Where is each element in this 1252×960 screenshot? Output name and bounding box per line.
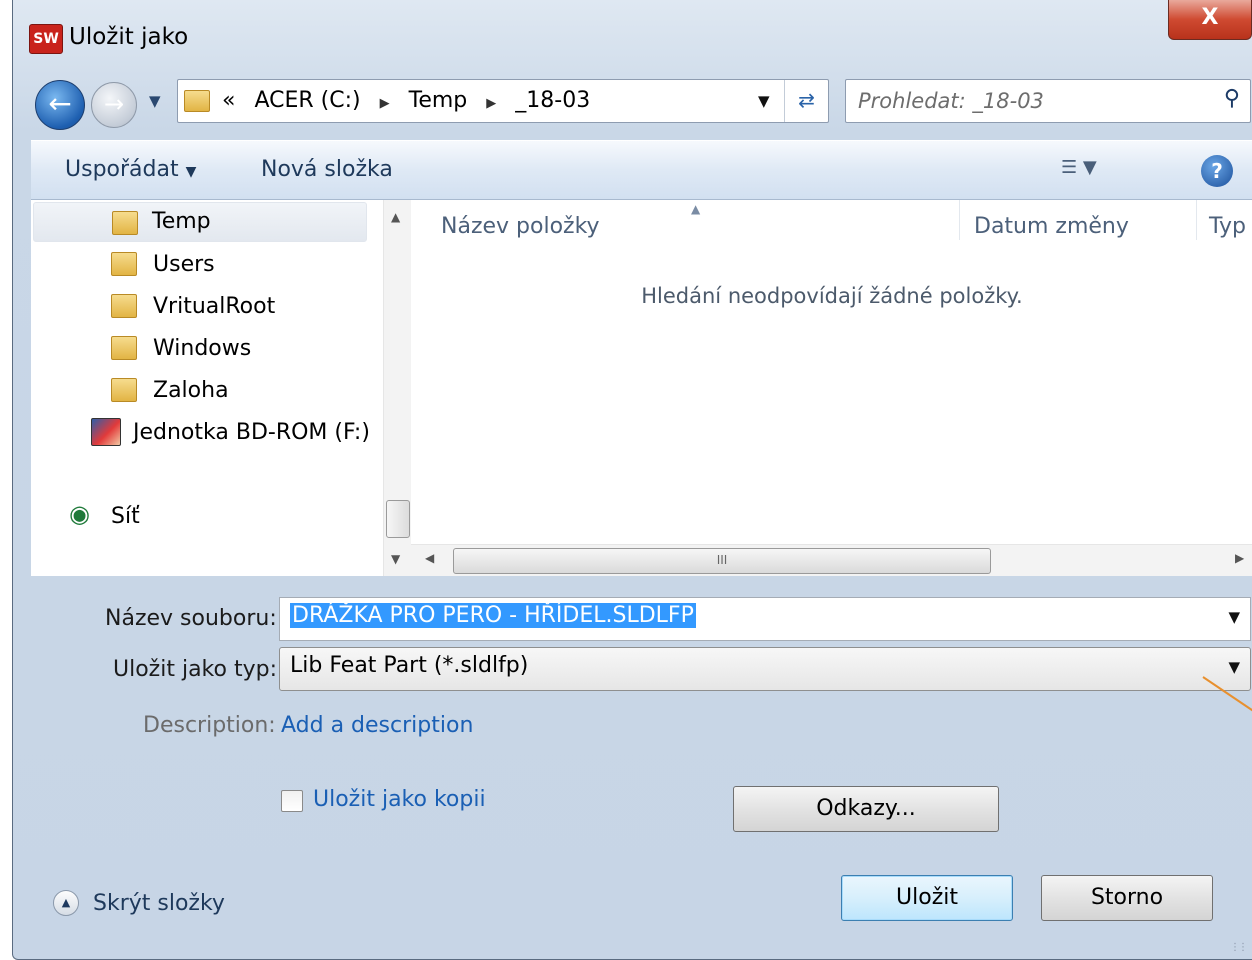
- search-icon[interactable]: ⚲: [1224, 86, 1240, 111]
- scroll-down-icon[interactable]: ▼: [391, 552, 400, 566]
- save-as-dialog: SW Uložit jako X ← → ▼ « ACER (C:) ▶ Tem…: [12, 0, 1252, 960]
- scroll-thumb[interactable]: [386, 500, 410, 538]
- file-type-label: Uložit jako typ:: [113, 657, 277, 682]
- tree-item-label: Síť: [111, 504, 140, 529]
- breadcrumb-overflow[interactable]: «: [222, 88, 235, 113]
- folder-icon: [111, 294, 137, 318]
- drive-icon: [91, 418, 121, 446]
- search-box[interactable]: ⚲: [845, 79, 1251, 123]
- folder-icon: [111, 336, 137, 360]
- resize-grip-icon[interactable]: ⋮⋮: [1230, 942, 1248, 953]
- column-header-label: Typ: [1209, 214, 1246, 239]
- column-header-name[interactable]: ▲ Název položky: [411, 200, 959, 256]
- refresh-icon[interactable]: ⇄: [784, 80, 828, 122]
- help-icon[interactable]: ?: [1201, 155, 1233, 187]
- folder-icon: [111, 252, 137, 276]
- tree-scrollbar[interactable]: ▲ ▼: [383, 200, 411, 576]
- references-button[interactable]: Odkazy...: [733, 786, 999, 832]
- forward-arrow-icon[interactable]: →: [91, 82, 137, 128]
- file-list: ▲ Název položky Datum změny Typ Hledání …: [411, 200, 1252, 576]
- scroll-thumb[interactable]: III: [453, 548, 991, 574]
- cancel-button[interactable]: Storno: [1041, 875, 1213, 921]
- new-folder-button[interactable]: Nová složka: [261, 157, 393, 182]
- tree-item-label: Zaloha: [153, 378, 229, 403]
- hide-folders-button[interactable]: Skrýt složky: [93, 891, 225, 916]
- column-header-type[interactable]: Typ: [1197, 200, 1252, 256]
- tree-item-label: Jednotka BD-ROM (F:): [133, 420, 370, 445]
- solidworks-app-icon: SW: [29, 24, 63, 54]
- breadcrumb-item-temp[interactable]: Temp: [409, 88, 468, 113]
- view-options-icon[interactable]: ☰ ▼: [1061, 157, 1097, 178]
- save-as-copy-checkbox[interactable]: [281, 790, 303, 812]
- chevron-down-icon[interactable]: ▼: [1228, 608, 1240, 626]
- folder-icon: [184, 90, 210, 112]
- command-toolbar: Uspořádat ▼ Nová složka ☰ ▼ ?: [31, 140, 1252, 200]
- close-button[interactable]: X: [1168, 0, 1252, 40]
- organize-label: Uspořádat: [65, 157, 179, 182]
- filename-label: Název souboru:: [105, 606, 277, 631]
- tree-item-temp[interactable]: Temp: [33, 202, 367, 242]
- dialog-title: Uložit jako: [69, 24, 189, 50]
- file-list-scrollbar[interactable]: ◀ III ▶: [411, 544, 1252, 576]
- chevron-down-icon: ▼: [185, 164, 197, 180]
- chevron-down-icon[interactable]: ▼: [1228, 658, 1240, 676]
- add-description-link[interactable]: Add a description: [281, 713, 473, 738]
- organize-button[interactable]: Uspořádat ▼: [65, 157, 196, 182]
- network-icon: ◉: [69, 500, 90, 528]
- tree-item-label: Temp: [152, 209, 211, 234]
- address-dropdown-icon[interactable]: ▼: [758, 92, 770, 110]
- folder-icon: [111, 378, 137, 402]
- sort-ascending-icon: ▲: [691, 202, 701, 216]
- breadcrumb-item-drive[interactable]: ACER (C:): [254, 88, 360, 113]
- navigation-pane: Temp Users VritualRoot Windows Zaloha Je…: [31, 200, 411, 576]
- filename-value[interactable]: DRÁŽKA PRO PERO - HŘÍDEL.SLDLFP: [290, 603, 696, 628]
- breadcrumb: « ACER (C:) ▶ Temp ▶ _18-03: [222, 88, 602, 113]
- file-type-value: Lib Feat Part (*.sldlfp): [290, 653, 529, 678]
- filename-field[interactable]: DRÁŽKA PRO PERO - HŘÍDEL.SLDLFP ▼: [279, 597, 1251, 641]
- chevron-up-icon[interactable]: ▲: [53, 890, 79, 916]
- save-as-copy-label[interactable]: Uložit jako kopii: [313, 787, 486, 812]
- chevron-right-icon[interactable]: ▶: [486, 96, 496, 111]
- folder-icon: [112, 211, 138, 235]
- column-header-date[interactable]: Datum změny: [960, 200, 1196, 256]
- description-label: Description:: [143, 713, 276, 738]
- scroll-up-icon[interactable]: ▲: [391, 210, 400, 224]
- back-arrow-icon[interactable]: ←: [35, 80, 85, 130]
- empty-results-message: Hledání neodpovídají žádné položky.: [641, 284, 1023, 308]
- search-input[interactable]: [856, 86, 1196, 116]
- save-button[interactable]: Uložit: [841, 875, 1013, 921]
- tree-item-label: Windows: [153, 336, 252, 361]
- file-type-select[interactable]: Lib Feat Part (*.sldlfp) ▼: [279, 647, 1251, 691]
- breadcrumb-item-current[interactable]: _18-03: [515, 88, 590, 113]
- address-bar[interactable]: « ACER (C:) ▶ Temp ▶ _18-03 ▼ ⇄: [177, 79, 829, 123]
- recent-locations-dropdown-icon[interactable]: ▼: [149, 92, 161, 110]
- scroll-right-icon[interactable]: ▶: [1235, 551, 1244, 565]
- title-bar: SW Uložit jako X: [13, 0, 1252, 72]
- chevron-right-icon[interactable]: ▶: [380, 96, 390, 111]
- tree-item-label: Users: [153, 252, 215, 277]
- column-header-label: Datum změny: [974, 214, 1129, 239]
- tree-item-label: VritualRoot: [153, 294, 276, 319]
- scroll-left-icon[interactable]: ◀: [425, 551, 434, 565]
- column-header-label: Název položky: [441, 214, 600, 239]
